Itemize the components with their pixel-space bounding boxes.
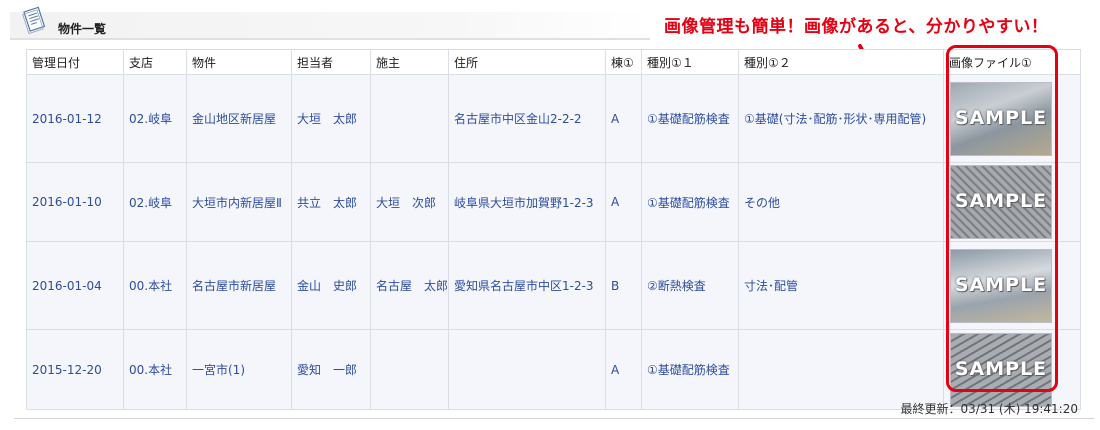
cell-building[interactable]: A bbox=[605, 162, 642, 242]
cell-type2[interactable]: ①基礎(寸法･配筋･形状･専用配管) bbox=[738, 74, 944, 163]
cell-type2[interactable]: 寸法･配管 bbox=[738, 241, 944, 330]
cell-date[interactable]: 2016-01-12 bbox=[26, 74, 124, 163]
footer-divider bbox=[14, 418, 1094, 419]
cell-owner[interactable]: 名古屋 太郎 bbox=[370, 241, 449, 330]
last-updated: 最終更新：03/31 (木) 19:41:20 bbox=[900, 402, 1078, 416]
cell-branch[interactable]: 00.本社 bbox=[123, 241, 187, 330]
cell-date[interactable]: 2015-12-20 bbox=[26, 329, 124, 410]
cell-address[interactable] bbox=[448, 329, 606, 410]
column-header[interactable]: 種別①１ bbox=[641, 49, 739, 75]
cell-branch[interactable]: 02.岐阜 bbox=[123, 162, 187, 242]
table-header-row: 管理日付 支店 物件 担当者 施主 住所 棟① 種別①１ 種別①２ 画像ファイル… bbox=[26, 49, 1081, 75]
cell-branch[interactable]: 00.本社 bbox=[123, 329, 187, 410]
cell-branch[interactable]: 02.岐阜 bbox=[123, 74, 187, 163]
cell-type1[interactable]: ①基礎配筋検査 bbox=[641, 329, 739, 410]
column-header[interactable]: 棟① bbox=[605, 49, 642, 75]
cell-date[interactable]: 2016-01-04 bbox=[26, 241, 124, 330]
document-list-icon bbox=[22, 6, 46, 34]
column-header[interactable]: 住所 bbox=[448, 49, 606, 75]
cell-building[interactable]: B bbox=[605, 241, 642, 330]
cell-building[interactable]: A bbox=[605, 329, 642, 410]
cell-person[interactable]: 愛知 一郎 bbox=[291, 329, 371, 410]
cell-owner[interactable]: 大垣 次郎 bbox=[370, 162, 449, 242]
cell-date[interactable]: 2016-01-10 bbox=[26, 162, 124, 242]
cell-type1[interactable]: ②断熱検査 bbox=[641, 241, 739, 330]
property-table-container: 管理日付 支店 物件 担当者 施主 住所 棟① 種別①１ 種別①２ 画像ファイル… bbox=[26, 49, 1081, 410]
property-table: 管理日付 支店 物件 担当者 施主 住所 棟① 種別①１ 種別①２ 画像ファイル… bbox=[26, 49, 1081, 410]
cell-owner[interactable] bbox=[370, 329, 449, 410]
table-row[interactable]: 2016-01-04 00.本社 名古屋市新居屋 金山 史郎 名古屋 太郎 愛知… bbox=[26, 241, 1081, 330]
cell-address[interactable]: 愛知県名古屋市中区1-2-3 bbox=[448, 241, 606, 330]
cell-owner[interactable] bbox=[370, 74, 449, 163]
table-row[interactable]: 2016-01-12 02.岐阜 金山地区新居屋 大垣 太郎 名古屋市中区金山2… bbox=[26, 74, 1081, 163]
callout-text: 画像管理も簡単！画像があると、分かりやすい！ bbox=[664, 17, 1049, 37]
column-header[interactable]: 管理日付 bbox=[26, 49, 124, 75]
cell-person[interactable]: 大垣 太郎 bbox=[291, 74, 371, 163]
cell-type1[interactable]: ①基礎配筋検査 bbox=[641, 162, 739, 242]
cell-type2[interactable]: その他 bbox=[738, 162, 944, 242]
cell-property[interactable]: 金山地区新居屋 bbox=[186, 74, 292, 163]
column-header[interactable]: 施主 bbox=[370, 49, 449, 75]
column-header[interactable]: 物件 bbox=[186, 49, 292, 75]
cell-person[interactable]: 金山 史郎 bbox=[291, 241, 371, 330]
column-header[interactable]: 支店 bbox=[123, 49, 187, 75]
cell-type2[interactable] bbox=[738, 329, 944, 410]
column-header[interactable]: 種別①２ bbox=[738, 49, 944, 75]
cell-building[interactable]: A bbox=[605, 74, 642, 163]
page-header: 物件一覧 画像管理も簡単！画像があると、分かりやすい！ bbox=[0, 0, 1100, 89]
table-row[interactable]: 2015-12-20 00.本社 一宮市(1) 愛知 一郎 A ①基礎配筋検査 … bbox=[26, 329, 1081, 410]
cell-property[interactable]: 一宮市(1) bbox=[186, 329, 292, 410]
cell-address[interactable]: 名古屋市中区金山2-2-2 bbox=[448, 74, 606, 163]
image-column-highlight bbox=[946, 45, 1058, 392]
table-row[interactable]: 2016-01-10 02.岐阜 大垣市内新居屋Ⅱ 共立 太郎 大垣 次郎 岐阜… bbox=[26, 162, 1081, 242]
cell-property[interactable]: 大垣市内新居屋Ⅱ bbox=[186, 162, 292, 242]
cell-type1[interactable]: ①基礎配筋検査 bbox=[641, 74, 739, 163]
column-header[interactable]: 担当者 bbox=[291, 49, 371, 75]
cell-person[interactable]: 共立 太郎 bbox=[291, 162, 371, 242]
page-title: 物件一覧 bbox=[58, 22, 107, 36]
cell-address[interactable]: 岐阜県大垣市加賀野1-2-3 bbox=[448, 162, 606, 242]
cell-property[interactable]: 名古屋市新居屋 bbox=[186, 241, 292, 330]
